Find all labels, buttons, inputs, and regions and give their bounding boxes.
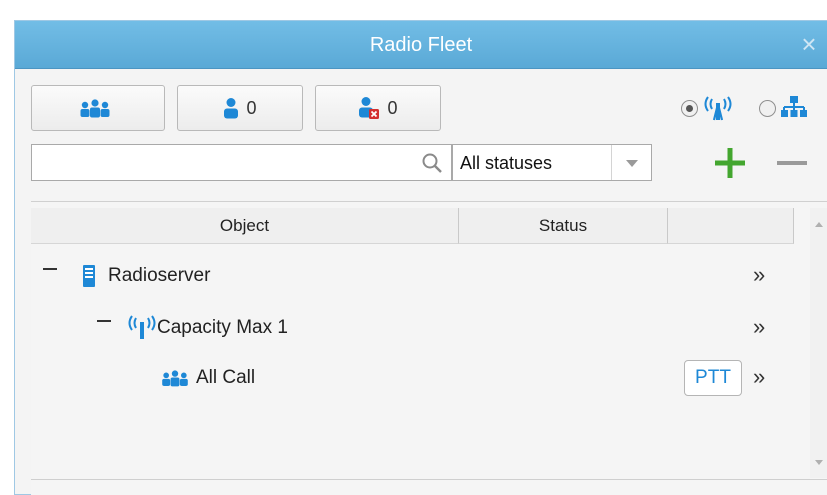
vertical-scrollbar[interactable] bbox=[810, 208, 827, 478]
grid-header: Object Status bbox=[31, 208, 794, 244]
show-offline-users-button[interactable]: 0 bbox=[315, 85, 441, 131]
column-header-object[interactable]: Object bbox=[31, 208, 459, 244]
status-filter-value: All statuses bbox=[460, 153, 553, 173]
group-icon bbox=[160, 368, 190, 393]
offline-users-count: 0 bbox=[387, 97, 398, 118]
row-label: Radioserver bbox=[108, 265, 211, 286]
collapse-toggle[interactable] bbox=[43, 268, 57, 270]
view-radio-systems[interactable] bbox=[681, 100, 698, 117]
row-label: All Call bbox=[196, 367, 256, 388]
window-title: Radio Fleet bbox=[369, 34, 473, 56]
view-radio-hierarchy[interactable] bbox=[759, 100, 776, 117]
tree-row-radioserver[interactable]: Radioserver » bbox=[31, 254, 794, 300]
search-input[interactable] bbox=[32, 145, 412, 180]
radio-fleet-window: Radio Fleet × 0 0 All statuses Object St… bbox=[14, 20, 827, 495]
scroll-up-icon[interactable] bbox=[815, 222, 823, 227]
close-button[interactable]: × bbox=[795, 30, 823, 58]
chevron-down-icon[interactable] bbox=[611, 145, 651, 180]
radio-system-icon bbox=[127, 314, 157, 345]
collapse-toggle[interactable] bbox=[97, 320, 111, 322]
grid-bottom-border bbox=[31, 479, 827, 480]
search-box[interactable] bbox=[31, 144, 452, 181]
details-chevron-icon[interactable]: » bbox=[753, 314, 765, 340]
column-header-status[interactable]: Status bbox=[459, 208, 668, 244]
scroll-down-icon[interactable] bbox=[815, 460, 823, 465]
title-bar[interactable]: Radio Fleet × bbox=[15, 21, 827, 69]
show-groups-button[interactable] bbox=[31, 85, 165, 131]
user-error-icon bbox=[358, 96, 380, 120]
column-header-actions[interactable] bbox=[668, 208, 794, 244]
hierarchy-icon bbox=[781, 95, 807, 124]
add-button[interactable] bbox=[713, 146, 747, 180]
minus-icon bbox=[777, 161, 807, 165]
server-icon bbox=[82, 264, 96, 293]
tree-row-capacity-max[interactable]: Capacity Max 1 » bbox=[31, 306, 794, 352]
details-chevron-icon[interactable]: » bbox=[753, 364, 765, 390]
plus-icon bbox=[715, 148, 745, 178]
details-chevron-icon[interactable]: » bbox=[753, 262, 765, 288]
tree-row-all-call[interactable]: All Call PTT » bbox=[31, 356, 794, 402]
fleet-tree-grid: Object Status Radioserver » Capacity Max… bbox=[31, 201, 827, 495]
search-icon[interactable] bbox=[421, 152, 443, 179]
user-icon bbox=[223, 97, 239, 119]
users-count: 0 bbox=[246, 97, 257, 118]
row-label: Capacity Max 1 bbox=[157, 317, 288, 338]
ptt-button[interactable]: PTT bbox=[684, 360, 742, 396]
radio-system-icon bbox=[703, 95, 733, 126]
show-users-button[interactable]: 0 bbox=[177, 85, 303, 131]
group-icon bbox=[78, 98, 112, 118]
remove-button[interactable] bbox=[775, 146, 809, 180]
status-filter-select[interactable]: All statuses bbox=[452, 144, 652, 181]
